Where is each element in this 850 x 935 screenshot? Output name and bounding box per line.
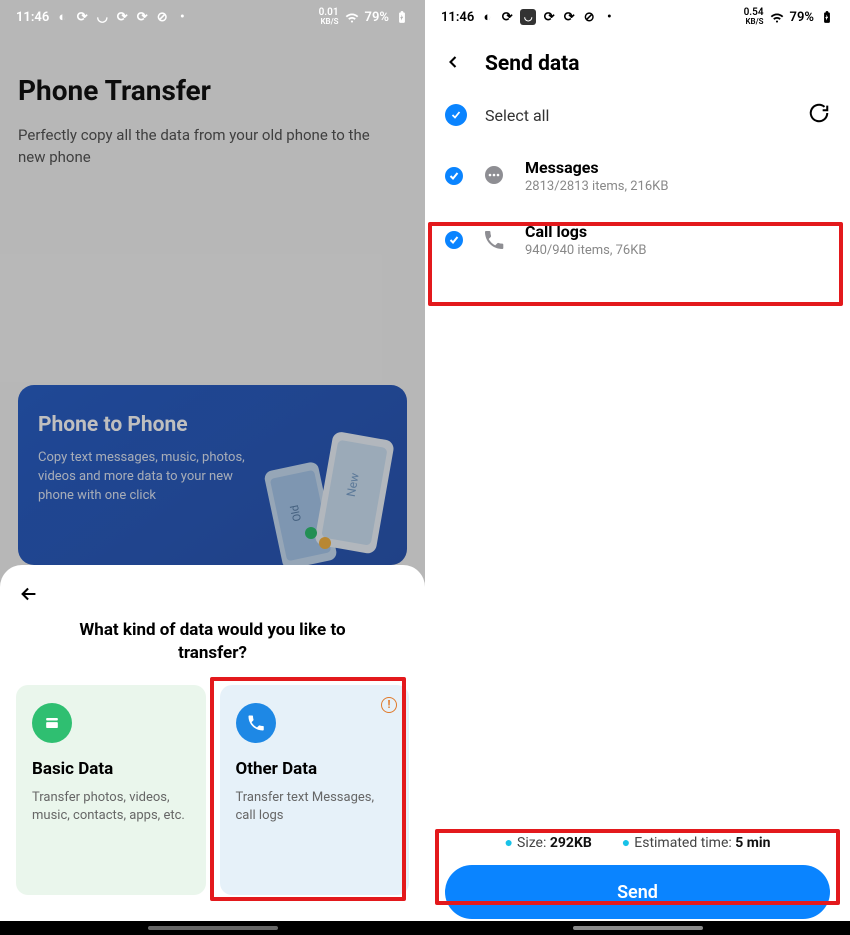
highlight-box <box>428 222 843 306</box>
net-speed: 0.54KB/S <box>744 8 764 26</box>
status-icon: ⊘ <box>155 10 169 24</box>
status-icon: ⟳ <box>135 10 149 24</box>
left-screen: Phone Transfer Perfectly copy all the da… <box>0 0 425 935</box>
page-title: Phone Transfer <box>18 74 407 107</box>
promo-card[interactable]: Phone to Phone Copy text messages, music… <box>18 385 407 565</box>
bottom-sheet: What kind of data would you like to tran… <box>0 565 425 921</box>
promo-text: Copy text messages, music, photos, video… <box>38 449 248 506</box>
status-icon: ◡ <box>95 10 109 24</box>
status-icon: ⟳ <box>542 10 556 24</box>
battery-percent: 79% <box>365 10 389 25</box>
right-screen: 11:46 ◐ ⟳ ◡ ⟳ ⟳ ⊘ • 0.54KB/S 79% <box>425 0 850 935</box>
wifi-icon <box>345 10 359 24</box>
checkbox-icon[interactable] <box>445 104 467 126</box>
status-icon: ⟳ <box>115 10 129 24</box>
page-header: Send data <box>425 34 850 92</box>
status-icon: ⟳ <box>562 10 576 24</box>
basic-data-card[interactable]: Basic Data Transfer photos, videos, musi… <box>16 685 206 895</box>
screen-title: Send data <box>485 52 580 76</box>
status-icon: ◐ <box>480 10 494 24</box>
list-item-messages[interactable]: Messages 2813/2813 items, 216KB <box>425 144 850 208</box>
battery-icon <box>820 10 834 24</box>
select-all-label: Select all <box>485 106 790 125</box>
basic-data-title: Basic Data <box>32 759 190 779</box>
sheet-title: What kind of data would you like to tran… <box>63 619 363 665</box>
highlight-box <box>435 829 840 905</box>
phones-illustration: Old New <box>233 425 403 565</box>
net-speed: 0.01KB/S <box>319 8 339 26</box>
status-icon: ⟳ <box>75 10 89 24</box>
status-icon: • <box>602 10 616 24</box>
status-icon: ◡ <box>520 9 536 25</box>
nav-bar <box>0 921 425 935</box>
back-button[interactable] <box>443 52 463 76</box>
page-subtitle: Perfectly copy all the data from your ol… <box>18 125 398 169</box>
select-all-row[interactable]: Select all <box>425 92 850 144</box>
battery-percent: 79% <box>790 10 814 25</box>
footer: ●Size: 292KB ●Estimated time: 5 min Send <box>425 834 850 919</box>
highlight-box <box>210 677 406 901</box>
status-icon: ⊘ <box>582 10 596 24</box>
status-time: 11:46 <box>441 10 474 25</box>
status-bar: 11:46 ◐ ⟳ ◡ ⟳ ⟳ ⊘ • 0.54KB/S 79% <box>425 0 850 34</box>
status-icon: • <box>175 10 189 24</box>
item-name: Messages <box>525 158 668 177</box>
back-button[interactable] <box>18 583 40 609</box>
messages-icon <box>481 163 507 189</box>
status-icon: ◐ <box>55 10 69 24</box>
checkbox-icon[interactable] <box>445 167 463 185</box>
battery-icon <box>395 10 409 24</box>
nav-bar <box>425 921 850 935</box>
refresh-button[interactable] <box>808 102 830 128</box>
status-bar: 11:46 ◐ ⟳ ◡ ⟳ ⟳ ⊘ • 0.01KB/S 79% <box>0 0 425 34</box>
wifi-icon <box>770 10 784 24</box>
basic-data-icon <box>32 703 72 743</box>
item-meta: 2813/2813 items, 216KB <box>525 179 668 194</box>
status-time: 11:46 <box>16 10 49 25</box>
basic-data-desc: Transfer photos, videos, music, contacts… <box>32 789 190 825</box>
status-icon: ⟳ <box>500 10 514 24</box>
